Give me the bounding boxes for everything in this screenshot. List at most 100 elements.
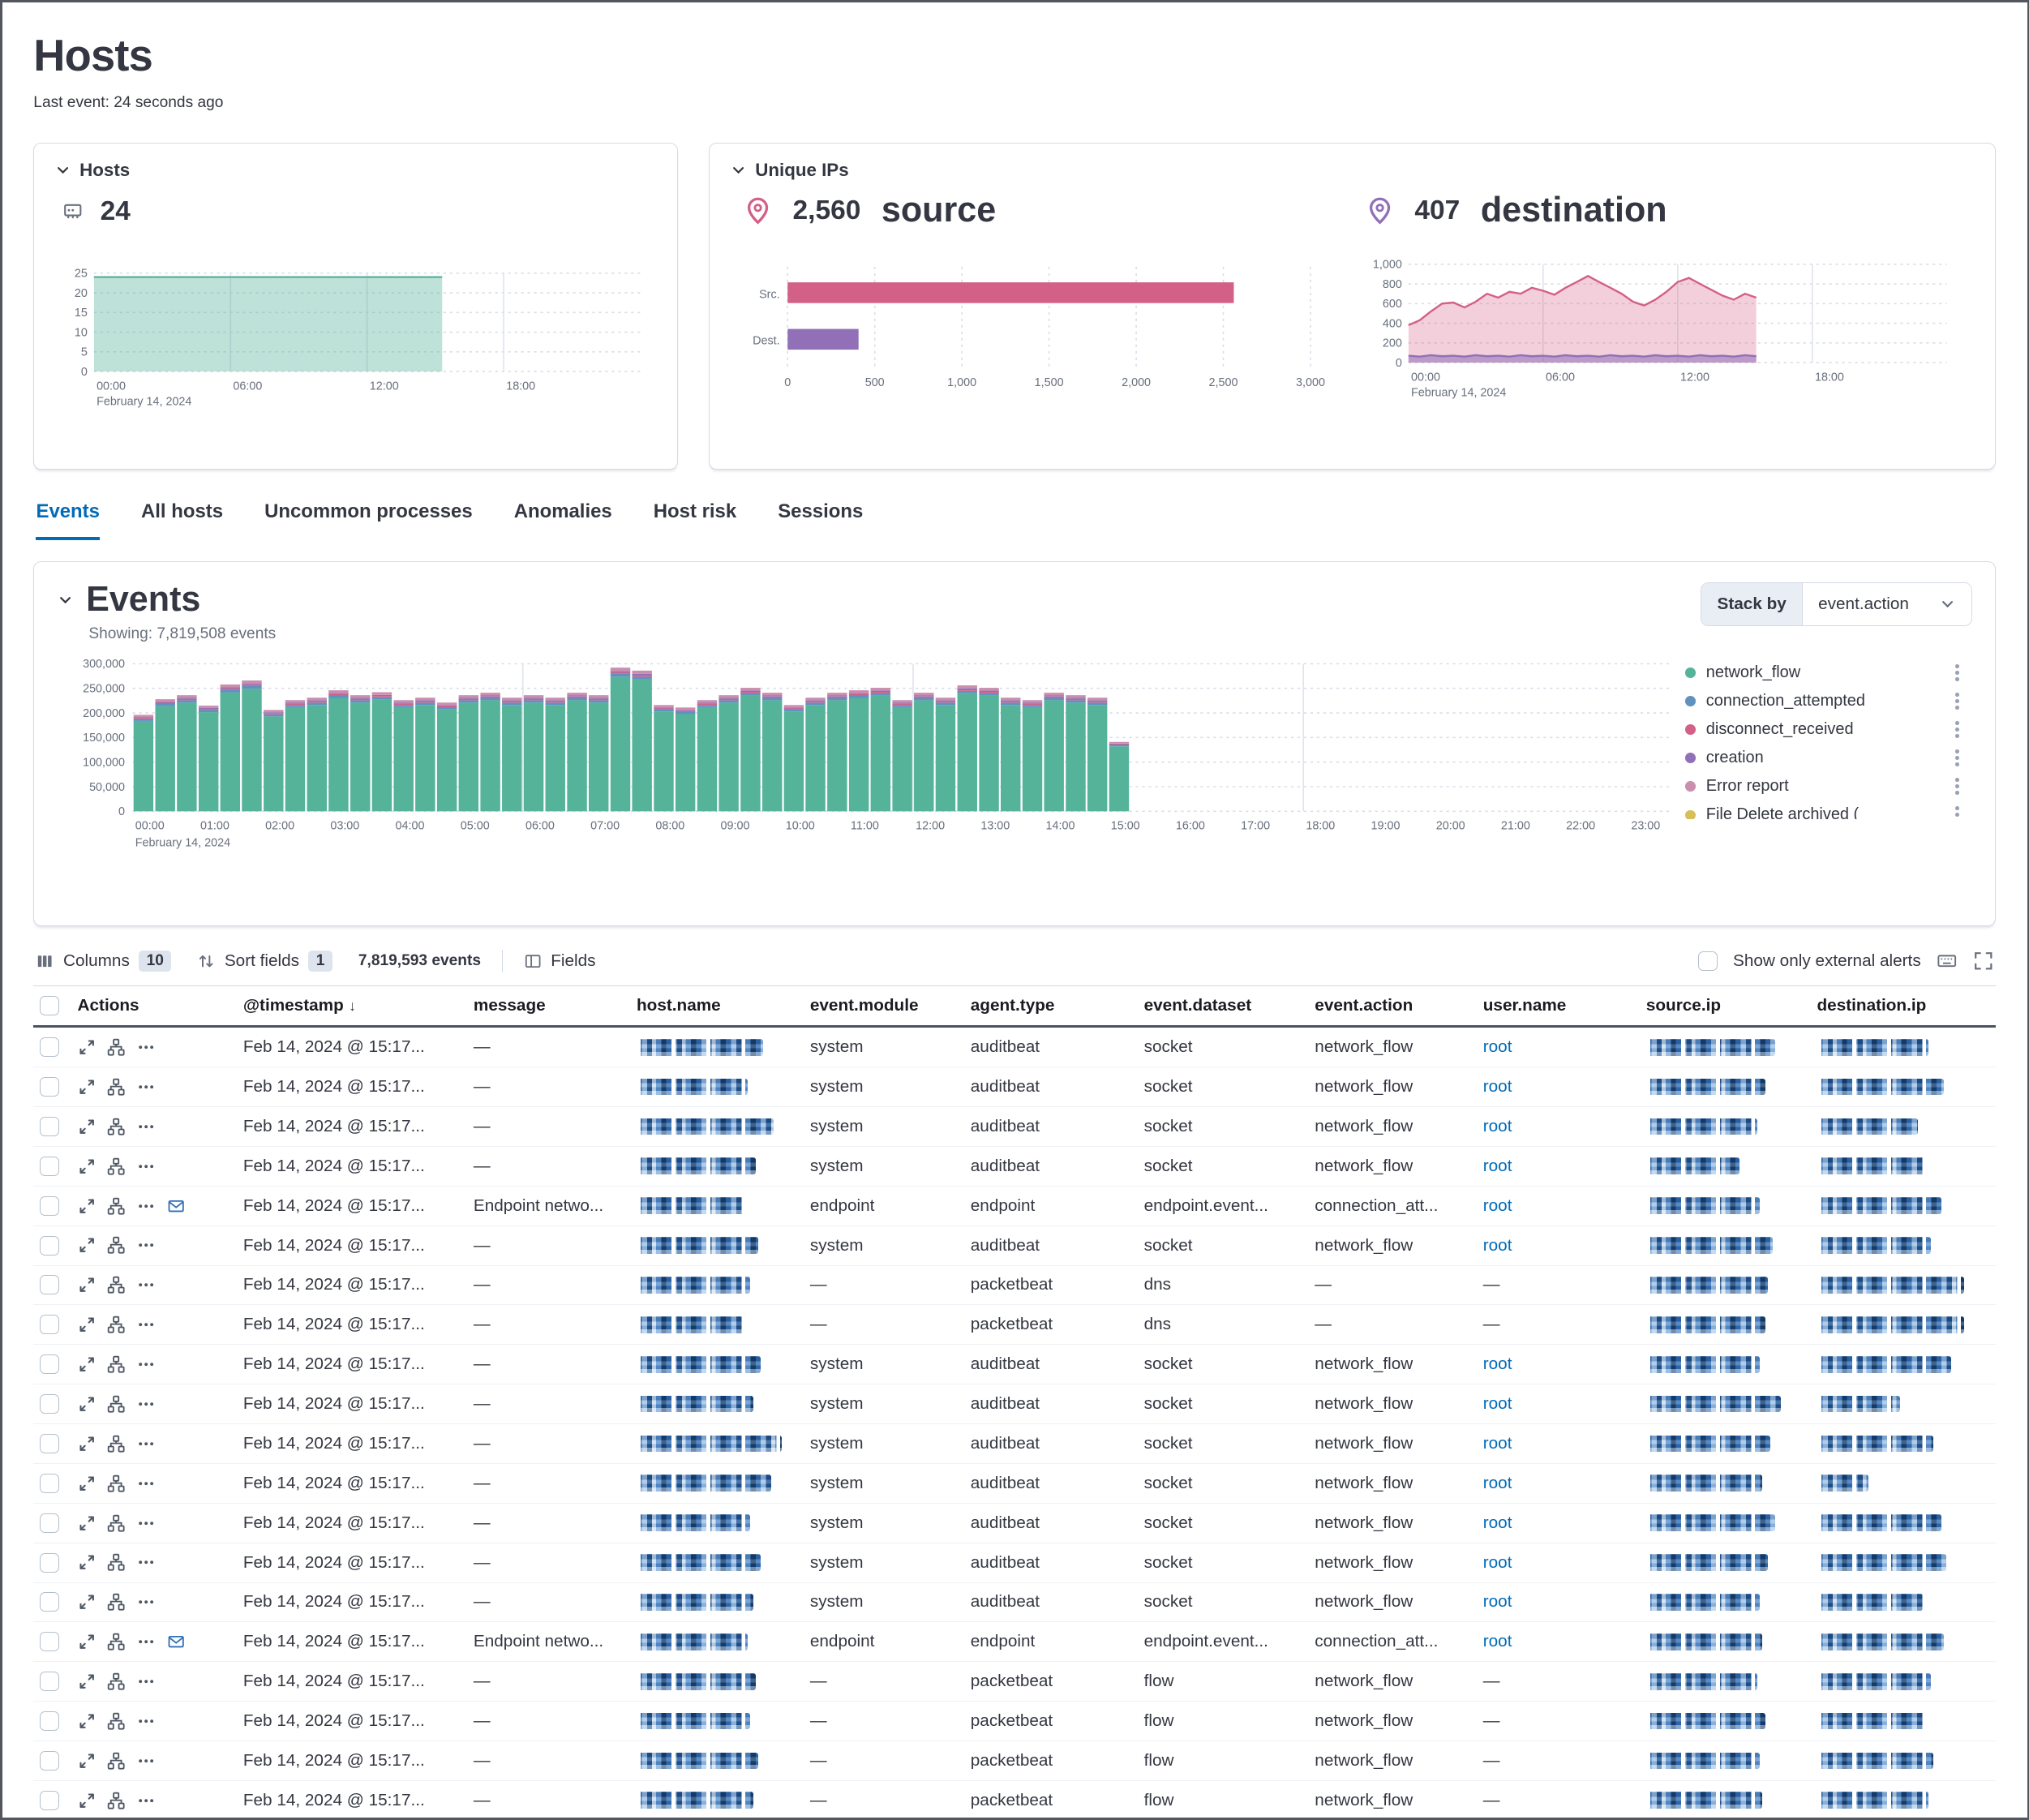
row-checkbox[interactable]: [40, 1196, 59, 1216]
expand-event-icon[interactable]: [78, 1276, 96, 1294]
analyze-event-icon[interactable]: [107, 1355, 125, 1373]
expand-event-icon[interactable]: [78, 1752, 96, 1770]
analyze-event-icon[interactable]: [107, 1474, 125, 1492]
expand-event-icon[interactable]: [78, 1157, 96, 1175]
legend-item[interactable]: creation: [1685, 744, 1971, 772]
expand-event-icon[interactable]: [78, 1633, 96, 1650]
legend-item[interactable]: connection_attempted: [1685, 687, 1971, 715]
more-actions-icon[interactable]: [137, 1514, 155, 1532]
expand-event-icon[interactable]: [78, 1435, 96, 1453]
expand-event-icon[interactable]: [78, 1514, 96, 1532]
analyze-event-icon[interactable]: [107, 1118, 125, 1135]
analyze-event-icon[interactable]: [107, 1078, 125, 1096]
more-actions-icon[interactable]: [137, 1792, 155, 1809]
col-header--timestamp[interactable]: @timestamp↓: [233, 996, 463, 1015]
analyze-event-icon[interactable]: [107, 1435, 125, 1453]
tab-events[interactable]: Events: [36, 500, 99, 541]
analyze-event-icon[interactable]: [107, 1672, 125, 1690]
col-header-source-ip[interactable]: source.ip: [1636, 996, 1807, 1015]
more-actions-icon[interactable]: [137, 1593, 155, 1611]
more-actions-icon[interactable]: [137, 1316, 155, 1333]
more-actions-icon[interactable]: [137, 1672, 155, 1690]
tab-uncommon-processes[interactable]: Uncommon processes: [264, 500, 473, 541]
more-actions-icon[interactable]: [137, 1276, 155, 1294]
more-actions-icon[interactable]: [137, 1435, 155, 1453]
user-name-link[interactable]: root: [1483, 1632, 1512, 1651]
endpoint-alert-icon[interactable]: [167, 1197, 185, 1215]
user-name-link[interactable]: root: [1483, 1157, 1512, 1176]
col-header-destination-ip[interactable]: destination.ip: [1807, 996, 1975, 1015]
analyze-event-icon[interactable]: [107, 1276, 125, 1294]
more-actions-icon[interactable]: [137, 1078, 155, 1096]
sort-fields-button[interactable]: Sort fields 1: [197, 951, 332, 971]
more-actions-icon[interactable]: [137, 1118, 155, 1135]
col-header-Actions[interactable]: Actions: [67, 996, 233, 1015]
user-name-link[interactable]: root: [1483, 1394, 1512, 1414]
more-actions-icon[interactable]: [137, 1474, 155, 1492]
expand-event-icon[interactable]: [78, 1553, 96, 1571]
endpoint-alert-icon[interactable]: [167, 1633, 185, 1650]
legend-item[interactable]: network_flow: [1685, 659, 1971, 687]
expand-event-icon[interactable]: [78, 1355, 96, 1373]
row-checkbox[interactable]: [40, 1553, 59, 1573]
row-checkbox[interactable]: [40, 1592, 59, 1612]
analyze-event-icon[interactable]: [107, 1038, 125, 1056]
tab-all-hosts[interactable]: All hosts: [141, 500, 223, 541]
user-name-link[interactable]: root: [1483, 1236, 1512, 1256]
analyze-event-icon[interactable]: [107, 1236, 125, 1254]
row-checkbox[interactable]: [40, 1751, 59, 1771]
row-checkbox[interactable]: [40, 1354, 59, 1374]
row-checkbox[interactable]: [40, 1157, 59, 1176]
row-checkbox[interactable]: [40, 1037, 59, 1057]
legend-options-icon[interactable]: [1955, 671, 1959, 675]
more-actions-icon[interactable]: [137, 1633, 155, 1650]
select-all-checkbox[interactable]: [40, 996, 59, 1015]
legend-item[interactable]: disconnect_received: [1685, 715, 1971, 744]
analyze-event-icon[interactable]: [107, 1593, 125, 1611]
expand-event-icon[interactable]: [78, 1197, 96, 1215]
keyboard-icon[interactable]: [1937, 951, 1958, 972]
more-actions-icon[interactable]: [137, 1712, 155, 1730]
legend-options-icon[interactable]: [1955, 784, 1959, 788]
stack-by-select[interactable]: event.action: [1803, 583, 1971, 625]
legend-item[interactable]: File Delete archived (: [1685, 801, 1971, 818]
row-checkbox[interactable]: [40, 1672, 59, 1691]
row-checkbox[interactable]: [40, 1434, 59, 1453]
expand-event-icon[interactable]: [78, 1395, 96, 1413]
legend-options-icon[interactable]: [1955, 813, 1959, 817]
user-name-link[interactable]: root: [1483, 1474, 1512, 1493]
row-checkbox[interactable]: [40, 1275, 59, 1294]
chevron-down-icon[interactable]: [58, 592, 73, 607]
analyze-event-icon[interactable]: [107, 1514, 125, 1532]
user-name-link[interactable]: root: [1483, 1592, 1512, 1612]
analyze-event-icon[interactable]: [107, 1197, 125, 1215]
legend-options-icon[interactable]: [1955, 728, 1959, 732]
analyze-event-icon[interactable]: [107, 1712, 125, 1730]
legend-options-icon[interactable]: [1955, 699, 1959, 703]
more-actions-icon[interactable]: [137, 1197, 155, 1215]
tab-sessions[interactable]: Sessions: [778, 500, 863, 541]
more-actions-icon[interactable]: [137, 1395, 155, 1413]
analyze-event-icon[interactable]: [107, 1395, 125, 1413]
more-actions-icon[interactable]: [137, 1752, 155, 1770]
legend-item[interactable]: Error report: [1685, 772, 1971, 801]
more-actions-icon[interactable]: [137, 1236, 155, 1254]
expand-event-icon[interactable]: [78, 1078, 96, 1096]
analyze-event-icon[interactable]: [107, 1633, 125, 1650]
more-actions-icon[interactable]: [137, 1553, 155, 1571]
user-name-link[interactable]: root: [1483, 1037, 1512, 1057]
more-actions-icon[interactable]: [137, 1157, 155, 1175]
fullscreen-icon[interactable]: [1973, 951, 1994, 972]
expand-event-icon[interactable]: [78, 1792, 96, 1809]
external-alerts-checkbox[interactable]: [1698, 951, 1718, 971]
analyze-event-icon[interactable]: [107, 1316, 125, 1333]
user-name-link[interactable]: root: [1483, 1553, 1512, 1573]
fields-button[interactable]: Fields: [524, 951, 596, 971]
chevron-down-icon[interactable]: [55, 162, 71, 178]
row-checkbox[interactable]: [40, 1315, 59, 1334]
row-checkbox[interactable]: [40, 1513, 59, 1533]
analyze-event-icon[interactable]: [107, 1752, 125, 1770]
row-checkbox[interactable]: [40, 1632, 59, 1651]
tab-anomalies[interactable]: Anomalies: [514, 500, 612, 541]
user-name-link[interactable]: root: [1483, 1077, 1512, 1097]
